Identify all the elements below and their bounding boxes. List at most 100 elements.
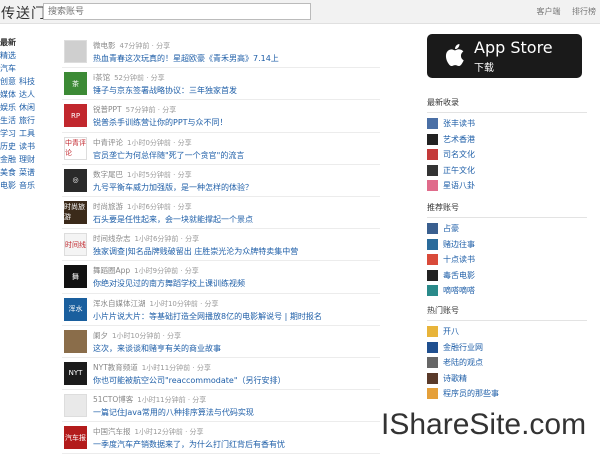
account-avatar[interactable]: 茶	[64, 72, 87, 96]
sidebar-account[interactable]: 程序员的那些事	[427, 386, 587, 402]
category-link[interactable]: 生活	[0, 116, 16, 125]
account-avatar[interactable]: 时间线	[64, 233, 87, 257]
account-name[interactable]: 正午文化	[443, 165, 475, 176]
category-link[interactable]: 音乐	[19, 181, 35, 190]
category-link[interactable]: 读书	[19, 142, 35, 151]
account-avatar[interactable]: ◎	[64, 168, 87, 192]
account-name[interactable]: 占豪	[443, 223, 459, 234]
account-avatar[interactable]: NYT	[64, 361, 87, 385]
source-name[interactable]: 浑水自媒体江湖	[93, 299, 146, 308]
account-avatar[interactable]	[64, 40, 87, 63]
article-title-link[interactable]: 锤子与京东签署战略协议：三年独家首发	[93, 85, 237, 96]
article-title-link[interactable]: 石头要是任性起来，会一块就能撑起一个景点	[93, 214, 253, 225]
category-link[interactable]: 媒体	[0, 90, 16, 99]
account-avatar[interactable]	[64, 329, 87, 353]
category-link[interactable]: 美食	[0, 168, 16, 177]
article-title-link[interactable]: 小片片说大片：等基础打造全网播放8亿的电影解说号 | 期时报名	[93, 311, 322, 322]
category-link[interactable]: 汽车	[0, 64, 16, 73]
source-name[interactable]: NYT教育频道	[93, 363, 138, 372]
account-name[interactable]: 星语八卦	[443, 180, 475, 191]
article-title-link[interactable]: 一篇记住Java常用的八种排序算法与代码实现	[93, 407, 254, 418]
source-name[interactable]: 锐普PPT	[93, 105, 122, 114]
account-name[interactable]: 诗歌精	[443, 373, 467, 384]
sidebar-account[interactable]: 金融行业网	[427, 340, 587, 356]
sidebar-account[interactable]: 星语八卦	[427, 178, 587, 194]
article-title-link[interactable]: 官员垄亡为何总伴随"死了一个贪官"的流言	[93, 150, 244, 161]
source-name[interactable]: 中青评论	[93, 138, 123, 147]
site-logo[interactable]: 传送门	[1, 3, 46, 23]
source-name[interactable]: 时间线杂志	[93, 234, 131, 243]
account-name[interactable]: 毒舌电影	[443, 270, 475, 281]
sidebar-account[interactable]: 嘀嗒嘀嗒	[427, 283, 587, 299]
account-name[interactable]: 程序员的那些事	[443, 388, 499, 399]
account-name[interactable]: 张丰读书	[443, 118, 475, 129]
account-avatar[interactable]: 汽车报	[64, 426, 87, 450]
account-name[interactable]: 十点读书	[443, 254, 475, 265]
post-time: 52分钟前 · 分享	[114, 74, 165, 83]
sidebar-account[interactable]: 正午文化	[427, 163, 587, 179]
sidebar-account[interactable]: 开八	[427, 324, 587, 340]
source-name[interactable]: 数字尾巴	[93, 170, 123, 179]
sidebar-account[interactable]: 司名文化	[427, 147, 587, 163]
sidebar-account[interactable]: 毒舌电影	[427, 268, 587, 284]
account-avatar[interactable]: RP	[64, 104, 87, 128]
feed-meta: 中青评论 1小时0分钟前 · 分享	[93, 137, 192, 148]
sidebar-account[interactable]: 赌边往事	[427, 237, 587, 253]
account-name[interactable]: 嘀嗒嘀嗒	[443, 285, 475, 296]
source-name[interactable]: 微电影	[93, 41, 116, 50]
category-link[interactable]: 精选	[0, 51, 16, 60]
category-link[interactable]: 旅行	[19, 116, 35, 125]
article-title-link[interactable]: 独家调查|知名品牌贱破留出 庄胜崇光沦为众牌特卖集中营	[93, 246, 298, 257]
account-name[interactable]: 司名文化	[443, 149, 475, 160]
category-link[interactable]: 电影	[0, 181, 16, 190]
sidebar-account[interactable]: 十点读书	[427, 252, 587, 268]
article-title-link[interactable]: 一季度汽车产销数据来了，为什么打门红背后有香有忧	[93, 439, 285, 450]
category-link[interactable]: 达人	[19, 90, 35, 99]
article-title-link[interactable]: 九号平衡车威力加强版，是一种怎样的体验？	[93, 182, 253, 193]
category-link[interactable]: 工具	[19, 129, 35, 138]
sidebar-account[interactable]: 艺术香港	[427, 132, 587, 148]
account-avatar[interactable]: 浑水	[64, 297, 87, 321]
article-title-link[interactable]: 热血青春这次玩真的！星超欧豪《青禾男高》7.14上	[93, 53, 279, 64]
category-nav: 最新 精选 汽车 创意 科技 媒体 达人 娱乐 休闲 生活 旅行 学习 工具 历史 读书 金融 理财 美食 菜谱电…	[0, 36, 44, 192]
category-link[interactable]: 历史	[0, 142, 16, 151]
category-link[interactable]: 休闲	[19, 103, 35, 112]
source-name[interactable]: 时尚旅游	[93, 202, 123, 211]
sidebar-account[interactable]: 老陆的观点	[427, 355, 587, 371]
account-avatar[interactable]: 中青评论	[64, 136, 87, 160]
account-name[interactable]: 金融行业网	[443, 342, 483, 353]
category-link[interactable]: 菜谱	[19, 168, 35, 177]
article-title-link[interactable]: 这次，来谈谈和赌亨有关的商业故事	[93, 343, 221, 354]
account-avatar[interactable]: 舞	[64, 265, 87, 289]
sidebar-account[interactable]: 张丰读书	[427, 116, 587, 132]
account-avatar[interactable]: 时尚旅游	[64, 200, 87, 224]
account-name[interactable]: 开八	[443, 326, 459, 337]
category-heading[interactable]: 最新	[0, 36, 44, 49]
category-row: 媒体 达人	[0, 88, 44, 101]
article-title-link[interactable]: 锐普杀手训练营让你的PPT与众不同！	[93, 117, 228, 128]
source-name[interactable]: 舞蹈圈App	[93, 266, 130, 275]
client-link[interactable]: 客户端	[536, 7, 560, 16]
sidebar-account[interactable]: 诗歌精	[427, 371, 587, 387]
account-avatar[interactable]	[64, 394, 87, 418]
sidebar-account[interactable]: 占豪	[427, 221, 587, 237]
category-link[interactable]: 理财	[19, 155, 35, 164]
search-input[interactable]	[43, 3, 311, 20]
article-title-link[interactable]: 你也可能被航空公司"reaccommodate"（另行安排）	[93, 375, 286, 386]
account-name[interactable]: 艺术香港	[443, 134, 475, 145]
category-link[interactable]: 创意	[0, 77, 16, 86]
category-link[interactable]: 金融	[0, 155, 16, 164]
article-title-link[interactable]: 你绝对没见过的南方舞蹈学校上课训练视频	[93, 278, 245, 289]
source-name[interactable]: 中国汽车报	[93, 427, 131, 436]
source-name[interactable]: i茶馆	[93, 73, 110, 82]
account-name[interactable]: 赌边往事	[443, 239, 475, 250]
ranking-link[interactable]: 排行榜	[572, 7, 596, 16]
feed-meta: NYT教育频道 1小时11分钟前 · 分享	[93, 362, 211, 373]
category-link[interactable]: 学习	[0, 129, 16, 138]
category-link[interactable]: 科技	[19, 77, 35, 86]
source-name[interactable]: 51CTO博客	[93, 395, 133, 404]
app-store-button[interactable]: App Store 下载	[427, 34, 582, 78]
account-name[interactable]: 老陆的观点	[443, 357, 483, 368]
source-name[interactable]: 阑夕	[93, 331, 108, 340]
category-link[interactable]: 娱乐	[0, 103, 16, 112]
